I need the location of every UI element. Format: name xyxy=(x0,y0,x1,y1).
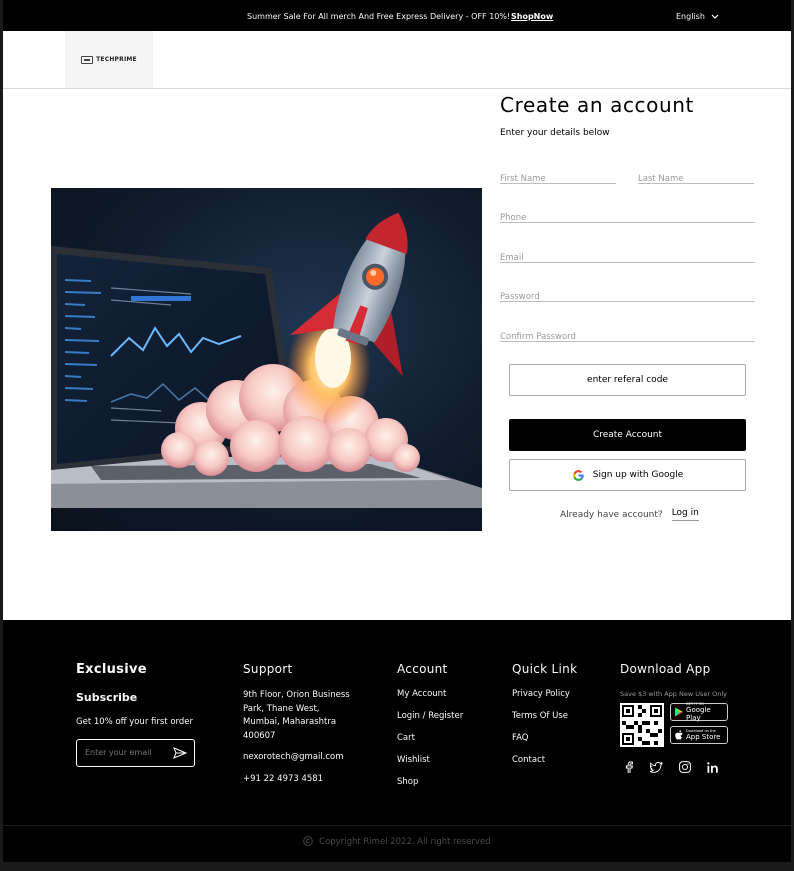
signup-form: Create an account Enter your details bel… xyxy=(500,92,756,521)
email-input[interactable] xyxy=(500,253,755,263)
footer-link-wishlist[interactable]: Wishlist xyxy=(397,754,463,768)
app-store-badge[interactable]: Download on the App Store xyxy=(670,726,728,744)
send-icon[interactable] xyxy=(173,746,187,759)
logo-text: TECHPRIME xyxy=(96,56,137,63)
first-name-field[interactable] xyxy=(500,166,616,184)
logo[interactable]: TECHPRIME xyxy=(65,31,153,88)
password-input[interactable] xyxy=(500,292,755,302)
support-heading: Support xyxy=(243,662,293,676)
hero-image xyxy=(51,188,482,531)
first-name-input[interactable] xyxy=(500,174,616,184)
subscribe-heading: Subscribe xyxy=(76,691,138,704)
create-account-button[interactable]: Create Account xyxy=(509,419,746,451)
chevron-down-icon xyxy=(711,14,719,19)
quick-link-heading: Quick Link xyxy=(512,662,578,676)
confirm-password-input[interactable] xyxy=(500,332,755,342)
twitter-icon[interactable] xyxy=(650,761,663,773)
quick-links: Privacy Policy Terms Of Use FAQ Contact xyxy=(512,688,577,768)
footer-link-login-register[interactable]: Login / Register xyxy=(397,710,463,724)
promo-text: Summer Sale For All merch And Free Expre… xyxy=(247,12,511,21)
login-prompt: Already have account? Log in xyxy=(560,508,699,521)
phone-field[interactable] xyxy=(500,205,755,223)
footer-link-privacy-policy[interactable]: Privacy Policy xyxy=(512,688,577,702)
laptop-icon xyxy=(81,55,94,64)
store-badges: GET IT ON Google Play Download on the Ap… xyxy=(670,702,728,747)
password-field[interactable] xyxy=(500,284,755,302)
google-play-badge[interactable]: GET IT ON Google Play xyxy=(670,702,728,722)
footer-link-my-account[interactable]: My Account xyxy=(397,688,463,702)
footer-download-column: Download App Save $3 with App New User O… xyxy=(620,662,728,773)
site-header: TECHPRIME xyxy=(3,31,791,89)
linkedin-icon[interactable] xyxy=(707,761,719,773)
create-account-label: Create Account xyxy=(592,430,663,440)
form-subtitle: Enter your details below xyxy=(500,128,610,138)
confirm-password-field[interactable] xyxy=(500,324,755,342)
download-note: Save $3 with App New User Only xyxy=(620,690,727,698)
google-signup-label: Sign up with Google xyxy=(592,470,684,480)
copyright-label: Copyright Rimel 2022. All right reserved xyxy=(319,837,491,847)
apple-icon xyxy=(675,730,683,740)
referral-code-button[interactable]: enter referal code xyxy=(509,364,746,396)
last-name-input[interactable] xyxy=(638,174,754,184)
facebook-icon[interactable] xyxy=(624,761,634,773)
footer-link-faq[interactable]: FAQ xyxy=(512,732,577,746)
site-footer: Exclusive Subscribe Get 10% off your fir… xyxy=(3,620,791,862)
google-icon xyxy=(572,469,584,481)
google-signup-button[interactable]: Sign up with Google xyxy=(509,459,746,491)
footer-quick-link-column: Quick Link Privacy Policy Terms Of Use F… xyxy=(512,662,577,776)
form-title: Create an account xyxy=(500,93,694,117)
download-heading: Download App xyxy=(620,662,711,676)
account-links: My Account Login / Register Cart Wishlis… xyxy=(397,688,463,790)
app-store-text: App Store xyxy=(686,733,721,741)
support-email[interactable]: nexorotech@gmail.com xyxy=(243,751,353,765)
page: Summer Sale For All merch And Free Expre… xyxy=(3,0,791,862)
footer-account-column: Account My Account Login / Register Cart… xyxy=(397,662,463,798)
copyright-text: Copyright Rimel 2022. All right reserved xyxy=(3,836,791,847)
footer-link-shop[interactable]: Shop xyxy=(397,776,463,790)
footer-support-column: Support 9th Floor, Orion Business Park, … xyxy=(243,662,353,794)
copyright-icon xyxy=(303,836,314,846)
instagram-icon[interactable] xyxy=(679,761,691,773)
account-heading: Account xyxy=(397,662,448,676)
footer-divider xyxy=(3,825,791,826)
email-field[interactable] xyxy=(500,245,755,263)
language-label: English xyxy=(676,12,705,21)
shop-now-link[interactable]: ShopNow xyxy=(511,12,553,21)
phone-input[interactable] xyxy=(500,213,755,223)
google-play-text: Google Play xyxy=(686,706,711,722)
app-download-row: GET IT ON Google Play Download on the Ap… xyxy=(620,702,728,747)
language-selector[interactable]: English xyxy=(676,12,719,21)
subscribe-email-input[interactable] xyxy=(85,748,170,757)
login-link[interactable]: Log in xyxy=(671,508,699,521)
social-links xyxy=(620,761,728,773)
referral-code-label: enter referal code xyxy=(587,375,668,385)
have-account-text: Already have account? xyxy=(560,509,663,520)
footer-link-terms-of-use[interactable]: Terms Of Use xyxy=(512,710,577,724)
footer-brand: Exclusive xyxy=(76,662,147,677)
last-name-field[interactable] xyxy=(638,166,754,184)
support-address: 9th Floor, Orion Business Park, Thane We… xyxy=(243,690,350,741)
google-play-icon xyxy=(675,707,684,717)
subscribe-email-box[interactable] xyxy=(76,738,195,767)
support-phone[interactable]: +91 22 4973 4581 xyxy=(243,773,353,787)
subscribe-offer: Get 10% off your first order xyxy=(76,717,193,727)
announcement-bar: Summer Sale For All merch And Free Expre… xyxy=(3,0,791,31)
footer-exclusive-column: Exclusive Subscribe Get 10% off your fir… xyxy=(76,662,195,767)
footer-link-cart[interactable]: Cart xyxy=(397,732,463,746)
qr-code-icon xyxy=(620,703,664,747)
footer-link-contact[interactable]: Contact xyxy=(512,754,577,768)
